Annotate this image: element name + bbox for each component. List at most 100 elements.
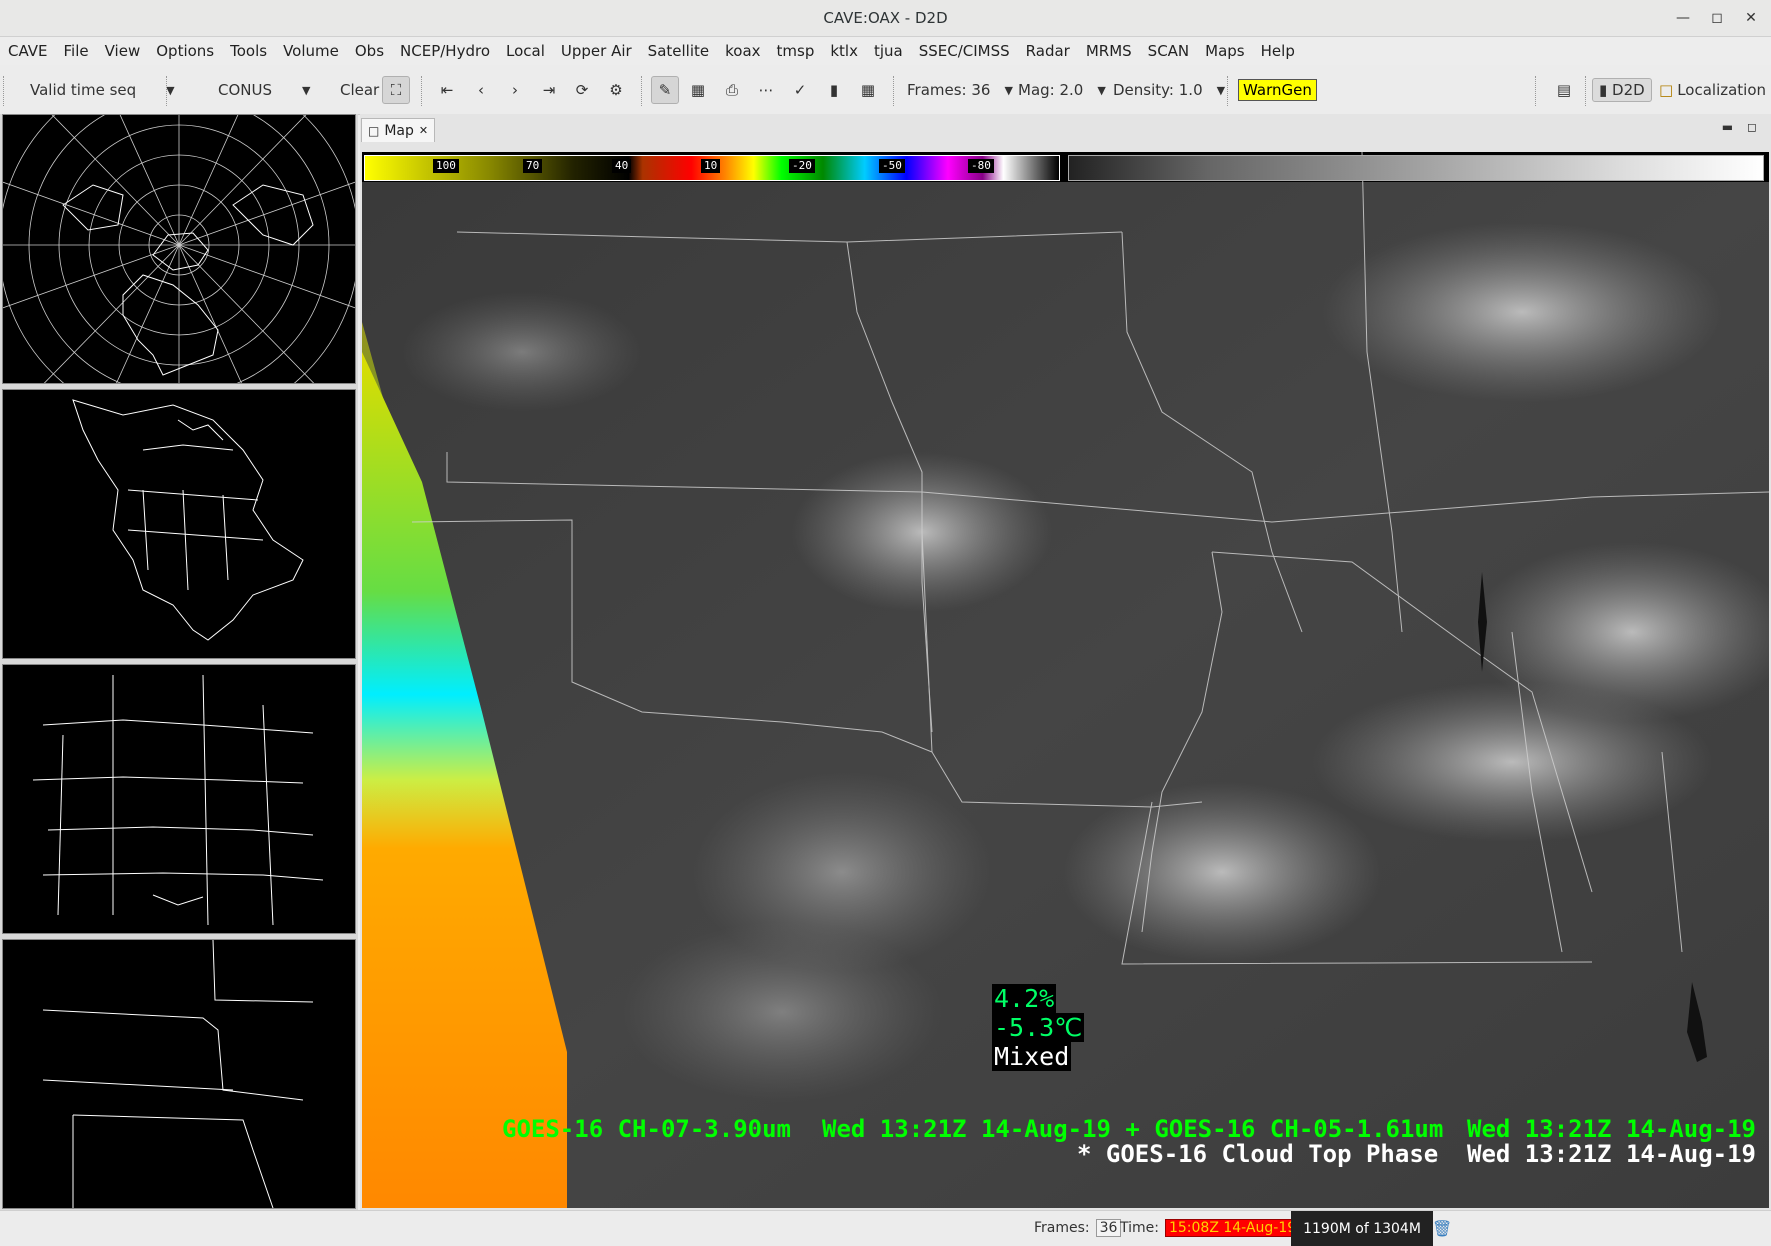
frames-status-value: 36 xyxy=(1095,1219,1122,1237)
trash-icon[interactable]: 🗑 xyxy=(1432,1219,1452,1238)
step-forward-icon[interactable]: › xyxy=(502,77,528,103)
menu-ktlx[interactable]: ktlx xyxy=(822,42,866,60)
chevron-down-icon: ▼ xyxy=(1216,83,1226,97)
chevron-down-icon: ▼ xyxy=(1004,83,1013,97)
menu-bar: CAVE File View Options Tools Volume Obs … xyxy=(0,37,1771,65)
minimize-button[interactable]: — xyxy=(1671,6,1695,30)
sample-value-1: 4.2% xyxy=(992,984,1057,1013)
fit-to-screen-icon[interactable]: ⛶ xyxy=(382,76,410,104)
colorbar-tick: 40 xyxy=(612,159,632,173)
density-value: Density: 1.0 xyxy=(1113,81,1203,99)
colorbar-tick: -50 xyxy=(879,159,905,173)
maximize-view-icon[interactable]: ◻ xyxy=(1747,120,1757,134)
loop-properties-icon[interactable]: ⚙ xyxy=(603,77,629,103)
density-dropdown[interactable]: Density: 1.0 ▼ xyxy=(1113,66,1225,114)
scale-dropdown[interactable]: CONUS ▼ xyxy=(218,66,310,114)
close-tab-icon[interactable]: ✕ xyxy=(419,124,428,137)
menu-upper-air[interactable]: Upper Air xyxy=(553,42,640,60)
sample-value-2: -5.3℃ xyxy=(992,1013,1085,1042)
menu-ncep-hydro[interactable]: NCEP/Hydro xyxy=(392,42,498,60)
map-tab-icon: □ xyxy=(368,123,380,138)
toolbar-separator xyxy=(1227,76,1229,106)
step-back-icon[interactable]: ‹ xyxy=(468,77,494,103)
menu-mrms[interactable]: MRMS xyxy=(1078,42,1140,60)
d2d-icon: ▮ xyxy=(1599,81,1608,99)
menu-file[interactable]: File xyxy=(56,42,97,60)
frames-dropdown[interactable]: Frames: 36 ▼ xyxy=(907,66,1013,114)
memory-usage: 1190M of 1304M xyxy=(1291,1211,1433,1246)
menu-tjua[interactable]: tjua xyxy=(866,42,911,60)
minimize-view-icon[interactable]: ▬ xyxy=(1722,120,1733,134)
time-status-label: Time: xyxy=(1120,1220,1159,1236)
menu-volume[interactable]: Volume xyxy=(275,42,347,60)
side-pane-north-america[interactable] xyxy=(2,389,356,659)
single-panel-icon[interactable]: ▮ xyxy=(821,77,847,103)
menu-ssec-cimss[interactable]: SSEC/CIMSS xyxy=(911,42,1018,60)
menu-view[interactable]: View xyxy=(97,42,149,60)
legend-product-1[interactable]: GOES-16 CH-07-3.90um xyxy=(502,1115,791,1143)
menu-satellite[interactable]: Satellite xyxy=(640,42,717,60)
colorbar-tick: 100 xyxy=(433,159,459,173)
open-perspective-icon[interactable]: ▤ xyxy=(1551,77,1577,103)
menu-obs[interactable]: Obs xyxy=(347,42,392,60)
status-bar: Frames: 36 Time: 15:08Z 14-Aug-19 1190M … xyxy=(0,1210,1771,1246)
colorbar-tick: 10 xyxy=(701,159,721,173)
colorbar-grayscale xyxy=(1068,155,1764,181)
loop-icon[interactable]: ⟳ xyxy=(569,77,595,103)
tab-map[interactable]: □ Map ✕ xyxy=(361,118,435,142)
legend-cloud-top-phase[interactable]: * GOES-16 Cloud Top Phase xyxy=(1077,1140,1438,1168)
first-frame-icon[interactable]: ⇤ xyxy=(434,77,460,103)
magnification-dropdown[interactable]: Mag: 2.0 ▼ xyxy=(1018,66,1106,114)
four-panel-icon[interactable]: ▦ xyxy=(855,77,881,103)
close-button[interactable]: ✕ xyxy=(1739,6,1763,30)
menu-local[interactable]: Local xyxy=(498,42,553,60)
time-status-value: 15:08Z 14-Aug-19 xyxy=(1164,1219,1301,1237)
legend-product-2-time[interactable]: Wed 13:21Z 14-Aug-19 xyxy=(1467,1115,1756,1143)
frames-status-label: Frames: xyxy=(1034,1220,1090,1236)
side-pane-central-us[interactable] xyxy=(2,664,356,934)
colorbar-tick: -80 xyxy=(968,159,994,173)
sample-value-3: Mixed xyxy=(992,1042,1072,1071)
menu-cave[interactable]: CAVE xyxy=(0,42,56,60)
clear-label: Clear xyxy=(340,81,380,99)
draw-tool-icon[interactable]: ✓ xyxy=(787,77,813,103)
colorbar-tick: 70 xyxy=(523,159,543,173)
legend-product-1-time[interactable]: Wed 13:21Z 14-Aug-19 + GOES-16 CH-05-1.6… xyxy=(822,1115,1443,1143)
menu-tmsp[interactable]: tmsp xyxy=(769,42,823,60)
sample-icon[interactable]: ✎ xyxy=(651,76,679,104)
time-mode-dropdown[interactable]: Valid time seq ▼ xyxy=(30,66,175,114)
print-icon[interactable]: ⎙ xyxy=(719,77,745,103)
northern-hemisphere-map xyxy=(0,54,376,436)
clear-button[interactable]: Clear xyxy=(340,66,379,114)
map-tab-label: Map xyxy=(384,122,414,139)
frames-value: Frames: 36 xyxy=(907,81,991,99)
perspective-localization-button[interactable]: □ Localization xyxy=(1659,66,1766,114)
satellite-map-canvas[interactable]: 100 70 40 10 -20 -50 -80 4.2% -5.3℃ Mixe… xyxy=(362,152,1769,1208)
menu-koax[interactable]: koax xyxy=(717,42,768,60)
menu-help[interactable]: Help xyxy=(1253,42,1303,60)
maximize-button[interactable]: ◻ xyxy=(1705,6,1729,30)
side-pane-regional[interactable] xyxy=(2,939,356,1209)
chevron-down-icon: ▼ xyxy=(1097,83,1106,97)
points-icon[interactable]: ⋯ xyxy=(753,77,779,103)
menu-maps[interactable]: Maps xyxy=(1197,42,1252,60)
scale-value: CONUS xyxy=(218,81,273,99)
menu-radar[interactable]: Radar xyxy=(1018,42,1078,60)
menu-tools[interactable]: Tools xyxy=(222,42,275,60)
perspective-d2d-label: D2D xyxy=(1612,81,1645,99)
last-frame-icon[interactable]: ⇥ xyxy=(536,77,562,103)
toolbar-separator xyxy=(641,76,643,106)
menu-options[interactable]: Options xyxy=(148,42,222,60)
central-us-map xyxy=(32,674,324,926)
legend-cloud-top-phase-time[interactable]: Wed 13:21Z 14-Aug-19 xyxy=(1467,1140,1756,1168)
window-title: CAVE:OAX - D2D xyxy=(823,9,948,27)
regional-map xyxy=(42,939,314,1209)
toolbar-separator xyxy=(3,76,5,106)
toolbar-separator xyxy=(893,76,895,106)
perspective-d2d-button[interactable]: ▮ D2D xyxy=(1592,78,1652,102)
image-properties-icon[interactable]: ▦ xyxy=(685,77,711,103)
warngen-button[interactable]: WarnGen xyxy=(1238,79,1317,101)
side-pane-northern-hemisphere[interactable] xyxy=(0,54,376,436)
localization-icon: □ xyxy=(1659,81,1674,99)
menu-scan[interactable]: SCAN xyxy=(1140,42,1197,60)
